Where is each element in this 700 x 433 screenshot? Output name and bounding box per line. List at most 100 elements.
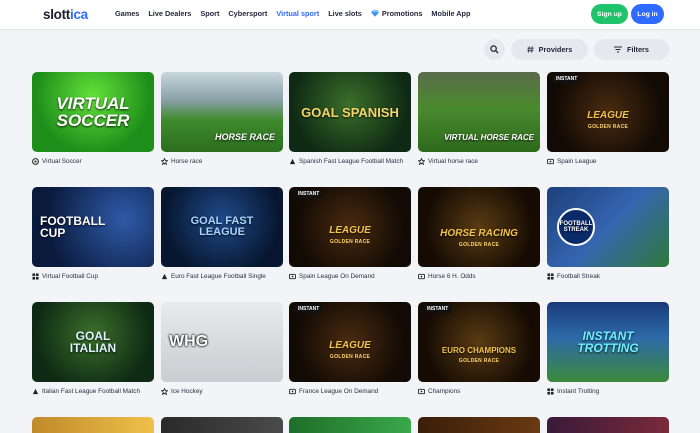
nav-live-dealers[interactable]: Live Dealers [148,9,191,18]
nav-virtual-sport[interactable]: Virtual sport [276,9,319,18]
star-icon [418,157,425,165]
golden-race-label: GOLDEN RACE [329,353,371,360]
search-icon [490,45,499,54]
chip-icon [32,157,39,165]
game-thumbnail [161,417,283,433]
nav-promotions-label: Promotions [381,9,423,18]
game-title: Italian Fast League Football Match [42,387,141,395]
game-thumbnail [418,417,540,433]
game-card-virtual-soccer[interactable]: VIRTUAL SOCCER Virtual Soccer [32,72,154,166]
game-art-title: LEAGUE [587,109,629,121]
game-thumbnail: INSTANT LEAGUE GOLDEN RACE [547,72,669,152]
provider-icon [32,388,39,394]
game-title: Virtual horse race [428,157,478,165]
game-card-instant-trotting[interactable]: INSTANT TROTTING Instant Trotting [547,302,669,396]
game-card-virtual-horse-race[interactable]: VIRTUAL HORSE RACE Virtual horse race [418,72,540,166]
game-card-partial[interactable] [32,417,154,433]
game-thumbnail: INSTANT LEAGUE GOLDEN RACE [289,302,411,382]
nav-mobile-app[interactable]: Mobile App [431,9,470,18]
game-thumbnail [547,417,669,433]
game-title: Horse 6 H. Odds [428,272,476,280]
game-title: Horse race [171,157,203,165]
game-card-italian-fast-league[interactable]: GOAL ITALIAN Italian Fast League Footbal… [32,302,154,396]
game-card-partial[interactable] [161,417,283,433]
game-title: Spanish Fast League Football Match [299,157,404,165]
filters-button[interactable]: Filters [594,39,669,60]
provider3-icon [547,387,554,395]
provider2-icon [289,388,296,394]
game-card-ice-hockey[interactable]: WHG Ice Hockey [161,302,283,396]
instant-badge: INSTANT [295,190,323,198]
game-caption: France League On Demand [289,386,411,396]
game-art-title: HORSE RACING [440,227,518,239]
game-card-spain-league-on-demand[interactable]: INSTANT LEAGUE GOLDEN RACE Spain League … [289,187,411,281]
brand-logo[interactable]: slottica [43,7,88,22]
game-art-title: GOAL ITALIAN [69,329,117,355]
game-title: Virtual Football Cup [42,272,99,280]
providers-button[interactable]: Providers [511,39,588,60]
filters-label: Filters [627,45,649,54]
game-title: France League On Demand [299,387,379,395]
game-art-title: INSTANT TROTTING [577,329,639,355]
star-icon [161,387,168,395]
game-caption: Virtual horse race [418,156,540,166]
game-card-virtual-football-cup[interactable]: FOOTBALL CUP Virtual Football Cup [32,187,154,281]
golden-race-label: GOLDEN RACE [587,123,629,130]
game-caption: Virtual Soccer [32,156,154,166]
provider2-icon [418,388,425,394]
game-thumbnail: HORSE RACING GOLDEN RACE [418,187,540,267]
game-thumbnail: FOOTBALL CUP [32,187,154,267]
game-card-partial[interactable] [289,417,411,433]
game-thumbnail: INSTANT LEAGUE GOLDEN RACE [289,187,411,267]
game-card-champions[interactable]: INSTANT EURO CHAMPIONS GOLDEN RACE Champ… [418,302,540,396]
game-thumbnail: INSTANT TROTTING [547,302,669,382]
game-card-spanish-fast-league[interactable]: GOAL SPANISH Spanish Fast League Footbal… [289,72,411,166]
game-card-euro-fast-league[interactable]: GOAL FAST LEAGUE Euro Fast League Footba… [161,187,283,281]
game-thumbnail: GOAL ITALIAN [32,302,154,382]
nav-promotions[interactable]: Promotions [370,9,423,18]
game-card-partial[interactable] [547,417,669,433]
game-card-france-league-on-demand[interactable]: INSTANT LEAGUE GOLDEN RACE France League… [289,302,411,396]
game-art-title: LEAGUE [329,339,371,351]
game-card-horse-6h-odds[interactable]: HORSE RACING GOLDEN RACE Horse 6 H. Odds [418,187,540,281]
game-title: Instant Trotting [557,387,600,395]
game-art-title: EURO CHAMPIONS [441,345,517,355]
game-thumbnail: HORSE RACE [161,72,283,152]
game-card-horse-race[interactable]: HORSE RACE Horse race [161,72,283,166]
game-title: Spain League [557,157,597,165]
game-art-title: GOAL SPANISH [301,104,399,120]
instant-badge: INSTANT [553,75,581,83]
provider3-icon [547,272,554,280]
nav-cybersport[interactable]: Cybersport [228,9,267,18]
nav-games[interactable]: Games [115,9,139,18]
game-card-partial[interactable] [418,417,540,433]
nav-live-slots[interactable]: Live slots [328,9,362,18]
login-button[interactable]: Log in [631,4,664,24]
game-card-spain-league[interactable]: INSTANT LEAGUE GOLDEN RACE Spain League [547,72,669,166]
game-caption: Football Streak [547,271,669,281]
game-title: Euro Fast League Football Single [171,272,266,280]
game-caption: Horse race [161,156,283,166]
diamond-icon [370,10,379,17]
game-caption: Instant Trotting [547,386,669,396]
game-thumbnail: GOAL FAST LEAGUE [161,187,283,267]
game-caption: Horse 6 H. Odds [418,271,540,281]
signup-button[interactable]: Sign up [591,4,628,24]
game-art-title: HORSE RACE [214,132,275,142]
main-nav: Games Live Dealers Sport Cybersport Virt… [115,9,479,18]
provider-icon [161,273,168,279]
game-thumbnail [289,417,411,433]
game-title: Football Streak [557,272,600,280]
star-icon [161,157,168,165]
game-title: Ice Hockey [171,387,203,395]
provider2-icon [547,158,554,164]
provider2-icon [289,273,296,279]
brand-logo-suffix: ica [70,7,88,22]
game-card-football-streak[interactable]: FOOTBALL STREAK Football Streak [547,187,669,281]
game-title: Spain League On Demand [299,272,375,280]
instant-badge: INSTANT [424,305,452,313]
golden-race-label: GOLDEN RACE [458,241,500,248]
game-caption: Champions [418,386,540,396]
search-button[interactable] [484,39,505,60]
nav-sport[interactable]: Sport [200,9,219,18]
